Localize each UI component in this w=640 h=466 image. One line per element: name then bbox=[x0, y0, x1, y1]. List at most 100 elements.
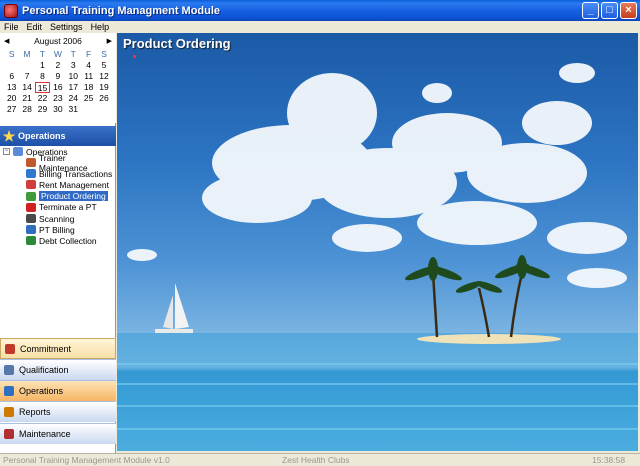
tree-item-label: PT Billing bbox=[39, 224, 75, 235]
background-image bbox=[117, 63, 638, 451]
calendar-dow: W bbox=[53, 49, 62, 59]
tree-item[interactable]: Terminate a PT bbox=[0, 202, 116, 213]
calendar-day[interactable]: 31 bbox=[66, 104, 81, 115]
indicator-dot bbox=[133, 55, 136, 58]
status-version: Personal Training Management Module v1.0 bbox=[3, 455, 170, 465]
app-icon[interactable] bbox=[4, 3, 18, 18]
menu-settings[interactable]: Settings bbox=[46, 22, 87, 32]
month-calendar[interactable]: ◀ August 2006 ▶ S M T W T F S 1 2 3 4 5 6 7 8 9 10 11 12 13… bbox=[0, 33, 116, 123]
calendar-day[interactable]: 22 bbox=[35, 93, 50, 104]
debt-icon bbox=[26, 236, 36, 246]
operations-tree: − Operations Trainer Maintenance Billing … bbox=[0, 146, 116, 247]
calendar-day[interactable]: 23 bbox=[50, 93, 65, 104]
operations-header[interactable]: ★ Operations bbox=[0, 126, 116, 146]
calendar-day bbox=[96, 104, 111, 115]
status-bar: Personal Training Management Module v1.0… bbox=[0, 453, 640, 466]
tree-item-label: Debt Collection bbox=[39, 235, 97, 246]
calendar-day[interactable]: 1 bbox=[35, 60, 50, 71]
commitment-icon bbox=[5, 343, 15, 354]
calendar-day[interactable]: 29 bbox=[35, 104, 50, 115]
tree-item[interactable]: Product Ordering bbox=[0, 191, 116, 202]
calendar-day[interactable]: 5 bbox=[96, 60, 111, 71]
collapse-icon[interactable]: − bbox=[3, 148, 10, 155]
calendar-day[interactable]: 30 bbox=[50, 104, 65, 115]
calendar-day[interactable]: 20 bbox=[4, 93, 19, 104]
nav-button-label: Operations bbox=[19, 386, 64, 396]
calendar-month: August 2006 bbox=[34, 36, 82, 46]
tree-item[interactable]: Rent Management bbox=[0, 179, 116, 190]
menu-file[interactable]: File bbox=[0, 22, 23, 32]
pt-billing-icon bbox=[26, 225, 36, 235]
calendar-day[interactable]: 14 bbox=[19, 82, 34, 93]
calendar-day[interactable]: 4 bbox=[81, 60, 96, 71]
rent-icon bbox=[26, 180, 36, 190]
calendar-dow: T bbox=[70, 49, 76, 59]
calendar-day[interactable]: 25 bbox=[81, 93, 96, 104]
menu-help[interactable]: Help bbox=[87, 22, 114, 32]
operations-header-label: Operations bbox=[18, 131, 66, 141]
nav-button-label: Reports bbox=[19, 407, 51, 417]
calendar-day[interactable]: 27 bbox=[4, 104, 19, 115]
nav-button-qualification[interactable]: Qualification bbox=[0, 359, 116, 380]
calendar-day[interactable]: 26 bbox=[96, 93, 111, 104]
nav-button-reports[interactable]: Reports bbox=[0, 401, 116, 422]
calendar-day[interactable]: 9 bbox=[50, 71, 65, 82]
tree-item-label: Rent Management bbox=[39, 179, 109, 190]
tree-item-label: Product Ordering bbox=[39, 191, 108, 202]
tree-item-label: Terminate a PT bbox=[39, 202, 97, 213]
tree-item-label: Scanning bbox=[39, 213, 75, 224]
prev-month-icon[interactable]: ◀ bbox=[4, 37, 9, 45]
calendar-day[interactable]: 21 bbox=[19, 93, 34, 104]
maintenance-icon bbox=[4, 429, 14, 439]
maximize-button[interactable]: □ bbox=[601, 2, 618, 19]
scanning-icon bbox=[26, 214, 36, 224]
reports-icon bbox=[4, 407, 14, 417]
calendar-day[interactable]: 19 bbox=[96, 82, 111, 93]
terminate-icon bbox=[26, 202, 36, 212]
calendar-day[interactable]: 11 bbox=[81, 71, 96, 82]
calendar-day[interactable]: 15 bbox=[34, 82, 51, 93]
tree-item[interactable]: Debt Collection bbox=[0, 235, 116, 246]
tree-item[interactable]: Trainer Maintenance bbox=[0, 153, 116, 173]
qualification-icon bbox=[4, 365, 14, 375]
calendar-dow: T bbox=[39, 49, 46, 59]
calendar-day bbox=[81, 104, 96, 115]
calendar-day[interactable]: 13 bbox=[4, 82, 19, 93]
tree-item[interactable]: PT Billing bbox=[0, 224, 116, 235]
star-icon: ★ bbox=[2, 127, 16, 144]
nav-button-commitment[interactable]: Commitment bbox=[0, 338, 116, 359]
left-panel: ◀ August 2006 ▶ S M T W T F S 1 2 3 4 5 6 7 8 9 10 11 12 13… bbox=[0, 33, 116, 453]
calendar-day[interactable]: 6 bbox=[4, 71, 19, 82]
title-bar: Personal Training Managment Module _ □ × bbox=[0, 0, 640, 21]
operations-icon bbox=[4, 386, 14, 396]
nav-button-label: Maintenance bbox=[19, 429, 71, 439]
nav-button-operations[interactable]: Operations bbox=[0, 380, 116, 401]
close-button[interactable]: × bbox=[620, 2, 637, 19]
nav-button-label: Qualification bbox=[19, 365, 69, 375]
next-month-icon[interactable]: ▶ bbox=[107, 37, 112, 45]
tree-item[interactable]: Scanning bbox=[0, 213, 116, 224]
calendar-day[interactable]: 3 bbox=[66, 60, 81, 71]
calendar-day[interactable]: 10 bbox=[66, 71, 81, 82]
close-icon: × bbox=[625, 4, 632, 16]
minimize-button[interactable]: _ bbox=[582, 2, 599, 19]
calendar-day[interactable]: 8 bbox=[35, 71, 50, 82]
billing-icon bbox=[26, 169, 36, 179]
calendar-grid: S M T W T F S 1 2 3 4 5 6 7 8 9 10 11 12 13 14 15 16 17 18 19 20 21… bbox=[0, 49, 116, 115]
menu-edit[interactable]: Edit bbox=[23, 22, 47, 32]
calendar-dow: M bbox=[23, 49, 31, 59]
nav-button-maintenance[interactable]: Maintenance bbox=[0, 423, 116, 444]
calendar-day[interactable]: 24 bbox=[66, 93, 81, 104]
calendar-day[interactable]: 16 bbox=[50, 82, 65, 93]
calendar-day[interactable]: 12 bbox=[96, 71, 111, 82]
tree-item-label: Billing Transactions bbox=[39, 168, 113, 179]
calendar-day bbox=[4, 60, 19, 71]
status-time: 15:38:58 bbox=[592, 455, 626, 465]
calendar-day[interactable]: 18 bbox=[81, 82, 96, 93]
tree-item[interactable]: Billing Transactions bbox=[0, 168, 116, 179]
calendar-day[interactable]: 17 bbox=[66, 82, 81, 93]
calendar-day[interactable]: 2 bbox=[50, 60, 65, 71]
operations-icon bbox=[13, 147, 23, 156]
calendar-day[interactable]: 28 bbox=[19, 104, 34, 115]
calendar-day[interactable]: 7 bbox=[19, 71, 34, 82]
